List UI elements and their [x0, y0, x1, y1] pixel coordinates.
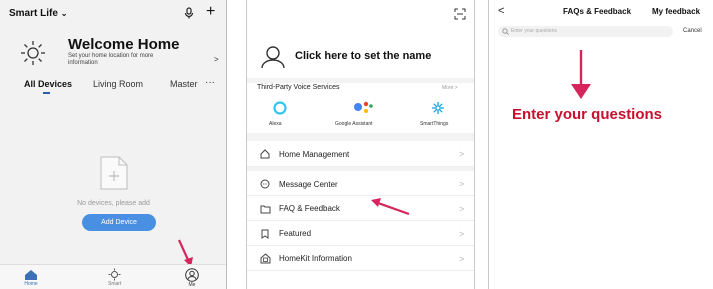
chevron-right-icon: > — [459, 204, 465, 214]
smart-sun-icon — [108, 268, 121, 281]
welcome-subtitle-line2: information — [68, 60, 98, 66]
menu-label: HomeKit Information — [279, 254, 352, 263]
menu-item-homekit-information[interactable]: HomeKit Information > — [247, 246, 474, 271]
smartthings-label: SmartThings — [420, 121, 449, 127]
menu-item-featured[interactable]: Featured > — [247, 221, 474, 246]
welcome-subtitle-line1: Set your home location for more — [68, 53, 154, 59]
bookmark-icon — [260, 229, 270, 239]
google-assistant-icon[interactable] — [353, 100, 373, 114]
faq-screen: < FAQs & Feedback My feedback Enter your… — [488, 0, 713, 289]
annotation-arrow-faq — [369, 197, 411, 217]
chevron-right-icon: > — [459, 229, 465, 239]
menu-label: FAQ & Feedback — [279, 204, 340, 213]
home-icon — [260, 149, 270, 159]
tab-all-devices[interactable]: All Devices — [24, 79, 72, 89]
tab-living-room[interactable]: Living Room — [93, 79, 143, 89]
chevron-right-icon: > — [459, 179, 465, 189]
more-icon[interactable]: ··· — [205, 77, 215, 88]
microphone-icon[interactable] — [183, 7, 195, 19]
home-selector[interactable]: Smart Life ⌄ — [9, 8, 67, 19]
profile-card[interactable]: Click here to set the name — [255, 40, 468, 80]
tab-me-label: Me — [188, 282, 196, 288]
menu-label: Home Management — [279, 150, 350, 159]
tab-smart[interactable]: Smart — [108, 268, 121, 287]
chevron-right-icon: > — [459, 254, 465, 264]
home-screen: Smart Life ⌄ + Welcome Home Set your hom… — [0, 0, 227, 289]
sun-icon — [20, 40, 46, 66]
voice-services-title: Third-Party Voice Services — [257, 84, 340, 91]
menu-item-home-management[interactable]: Home Management > — [247, 141, 474, 167]
search-icon — [502, 28, 509, 35]
active-tab-indicator — [43, 92, 50, 94]
tab-master[interactable]: Master — [170, 79, 198, 89]
chevron-right-icon: > — [459, 149, 465, 159]
search-placeholder: Enter your questions — [511, 28, 557, 34]
add-device-button[interactable]: Add Device — [82, 214, 156, 231]
folder-icon — [260, 204, 271, 214]
menu-item-faq-feedback[interactable]: FAQ & Feedback > — [247, 196, 474, 221]
chevron-right-icon[interactable]: > — [214, 55, 219, 64]
tab-home-label: Home — [24, 281, 38, 287]
add-icon[interactable]: + — [206, 4, 215, 20]
alexa-icon[interactable] — [273, 101, 287, 115]
welcome-subtitle[interactable]: Set your home location for more informat… — [68, 53, 153, 67]
profile-name: Click here to set the name — [295, 50, 432, 62]
tab-home[interactable]: Home — [24, 269, 38, 287]
tab-smart-label: Smart — [108, 281, 122, 287]
home-title: Smart Life — [9, 8, 58, 19]
annotation-arrow-search — [569, 50, 593, 100]
callout-enter-questions: Enter your questions — [512, 106, 663, 123]
divider — [247, 78, 474, 83]
tab-faqs-feedback[interactable]: FAQs & Feedback — [563, 7, 631, 16]
empty-state-text: No devices, please add — [77, 200, 150, 207]
smartthings-icon[interactable] — [431, 101, 445, 115]
menu-item-message-center[interactable]: Message Center > — [247, 171, 474, 196]
voice-services-more[interactable]: More > — [442, 85, 458, 91]
search-input[interactable]: Enter your questions — [498, 26, 673, 37]
tab-my-feedback[interactable]: My feedback — [652, 7, 700, 16]
home-icon — [25, 270, 37, 280]
chevron-down-icon: ⌄ — [60, 9, 68, 18]
back-icon[interactable]: < — [498, 5, 504, 17]
alexa-label: Alexa — [269, 121, 282, 127]
cancel-button[interactable]: Cancel — [683, 28, 702, 34]
user-icon — [185, 268, 199, 282]
bottom-tab-bar: Home Smart Me — [0, 264, 226, 289]
message-icon — [260, 179, 270, 189]
menu-label: Featured — [279, 229, 312, 238]
menu-label: Message Center — [279, 180, 338, 189]
welcome-title: Welcome Home — [68, 36, 180, 53]
google-assistant-label: Google Assistant — [335, 121, 373, 127]
me-screen: Click here to set the name Third-Party V… — [246, 0, 475, 289]
user-avatar-icon — [260, 44, 286, 70]
empty-document-icon — [100, 156, 128, 190]
homekit-icon — [260, 253, 271, 264]
scan-icon[interactable] — [454, 8, 466, 20]
divider — [247, 133, 474, 141]
tab-me[interactable]: Me — [185, 268, 199, 288]
